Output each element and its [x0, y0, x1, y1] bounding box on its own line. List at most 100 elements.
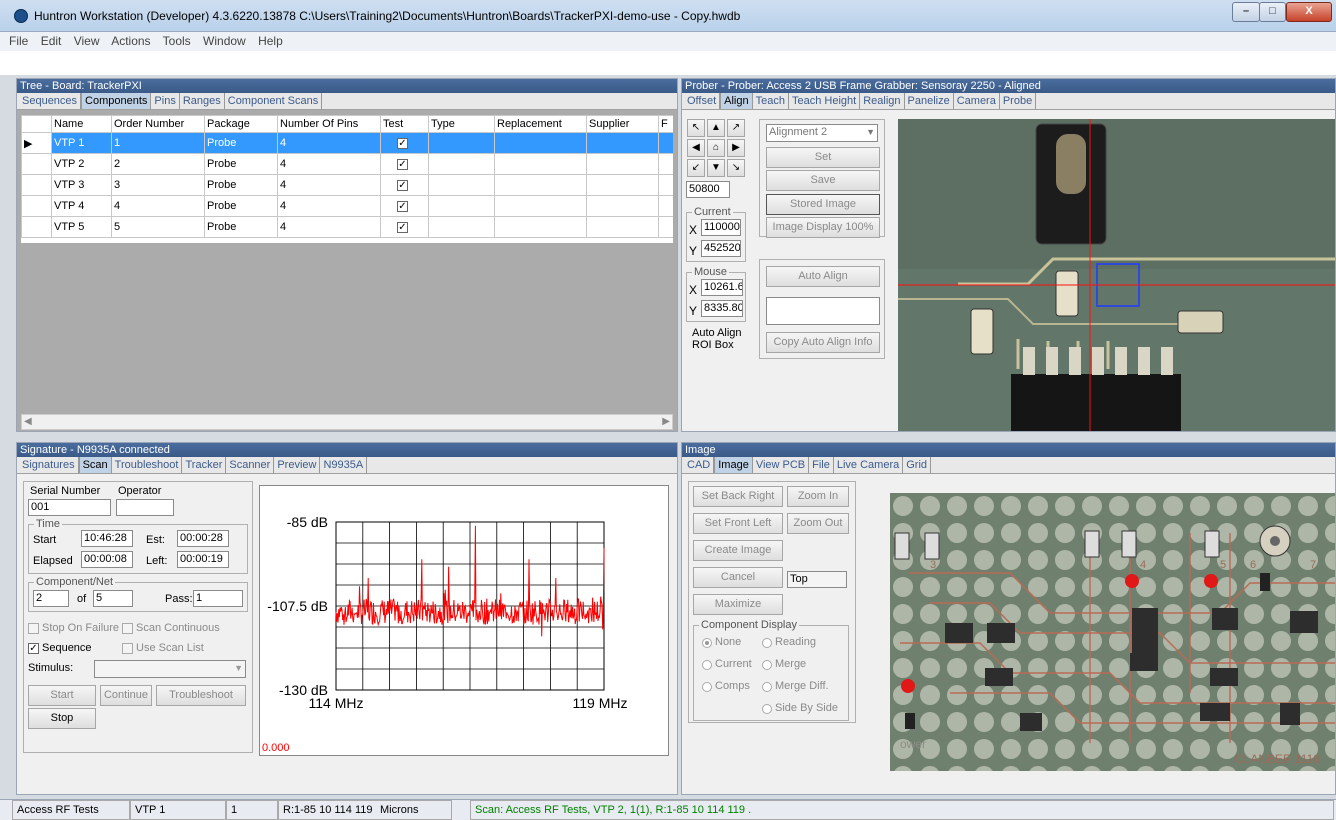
menu-help[interactable]: Help — [258, 34, 283, 48]
tab-camera[interactable]: Camera — [954, 93, 1000, 109]
current-y-field[interactable]: 452520 — [701, 240, 741, 257]
column-header-number-of-pins[interactable]: Number Of Pins — [277, 115, 381, 133]
minimize-button[interactable]: – — [1232, 2, 1260, 22]
jog-right-icon[interactable]: ▶ — [727, 139, 745, 157]
radio-side-by-side[interactable] — [762, 704, 772, 714]
column-header-type[interactable]: Type — [428, 115, 495, 133]
row-header[interactable] — [21, 174, 52, 196]
tab-probe[interactable]: Probe — [1000, 93, 1037, 109]
tab-sequences[interactable]: Sequences — [19, 93, 82, 109]
cell-name[interactable]: VTP 2 — [51, 153, 112, 175]
elapsed-field[interactable]: 00:00:08 — [81, 551, 133, 568]
tab-grid[interactable]: Grid — [903, 457, 932, 473]
tab-n9935a[interactable]: N9935A — [320, 457, 368, 473]
jog-down-icon[interactable]: ▼ — [707, 159, 725, 177]
tab-components[interactable]: Components — [81, 93, 152, 109]
cell-type[interactable] — [428, 132, 495, 154]
test-checkbox[interactable]: ✓ — [397, 159, 408, 170]
set-button[interactable]: Set — [766, 147, 880, 168]
radio-reading[interactable] — [762, 638, 772, 648]
cell-name[interactable]: VTP 1 — [51, 132, 112, 154]
tab-signatures[interactable]: Signatures — [19, 457, 79, 473]
zoom-out-button[interactable]: Zoom Out — [787, 513, 849, 534]
cell-order[interactable]: 5 — [111, 216, 205, 238]
tab-pins[interactable]: Pins — [151, 93, 180, 109]
column-header-f[interactable]: F — [658, 115, 673, 133]
cell-pins[interactable]: 4 — [277, 195, 381, 217]
cancel-button[interactable]: Cancel — [693, 567, 783, 588]
cell-pins[interactable]: 4 — [277, 132, 381, 154]
side-field[interactable]: Top — [787, 571, 847, 588]
horizontal-scrollbar[interactable]: ◀ ▶ — [21, 414, 673, 430]
jog-up-left-icon[interactable]: ↖ — [687, 119, 705, 137]
close-button[interactable]: X — [1286, 2, 1332, 22]
camera-view[interactable] — [898, 119, 1335, 431]
auto-align-button[interactable]: Auto Align — [766, 266, 880, 287]
alignment-select[interactable]: Alignment 2 ▼ — [766, 124, 878, 142]
menu-window[interactable]: Window — [203, 34, 246, 48]
column-header-package[interactable]: Package — [204, 115, 278, 133]
tab-tracker[interactable]: Tracker — [182, 457, 227, 473]
cell-name[interactable]: VTP 5 — [51, 216, 112, 238]
cell-package[interactable]: Probe — [204, 174, 278, 196]
cell-package[interactable]: Probe — [204, 195, 278, 217]
stimulus-select[interactable]: ▼ — [94, 660, 246, 678]
set-back-right-button[interactable]: Set Back Right — [693, 486, 783, 507]
tab-cad[interactable]: CAD — [684, 457, 715, 473]
tab-image[interactable]: Image — [714, 457, 753, 473]
cell-name[interactable]: VTP 4 — [51, 195, 112, 217]
copy-auto-align-button[interactable]: Copy Auto Align Info — [766, 332, 880, 353]
test-checkbox[interactable]: ✓ — [397, 201, 408, 212]
row-header[interactable] — [21, 216, 52, 238]
mouse-x-field[interactable]: 10261.6 — [701, 279, 743, 296]
troubleshoot-button[interactable]: Troubleshoot — [156, 685, 246, 706]
est-field[interactable]: 00:00:28 — [177, 530, 229, 547]
tab-scanner[interactable]: Scanner — [226, 457, 275, 473]
start-time-field[interactable]: 10:46:28 — [81, 530, 133, 547]
radio-merge[interactable] — [762, 660, 772, 670]
cell-replacement[interactable] — [494, 132, 587, 154]
set-front-left-button[interactable]: Set Front Left — [693, 513, 783, 534]
radio-current[interactable] — [702, 660, 712, 670]
column-header-test[interactable]: Test — [380, 115, 429, 133]
jog-up-icon[interactable]: ▲ — [707, 119, 725, 137]
test-checkbox[interactable]: ✓ — [397, 138, 408, 149]
cell-pins[interactable]: 4 — [277, 174, 381, 196]
tab-panelize[interactable]: Panelize — [905, 93, 954, 109]
column-header-supplier[interactable]: Supplier — [586, 115, 659, 133]
test-checkbox[interactable]: ✓ — [397, 222, 408, 233]
menu-edit[interactable]: Edit — [41, 34, 62, 48]
auto-align-info-field[interactable] — [766, 297, 880, 325]
cell-test[interactable]: ✓ — [380, 216, 429, 238]
cell-f[interactable] — [658, 132, 673, 154]
menu-view[interactable]: View — [74, 34, 100, 48]
scan-continuous-checkbox[interactable] — [122, 623, 133, 634]
stored-image-button[interactable]: Stored Image — [766, 194, 880, 215]
continue-button[interactable]: Continue — [100, 685, 152, 706]
pass-field[interactable]: 1 — [193, 590, 243, 607]
tab-troubleshoot[interactable]: Troubleshoot — [112, 457, 183, 473]
cell-name[interactable]: VTP 3 — [51, 174, 112, 196]
cell-pins[interactable]: 4 — [277, 153, 381, 175]
cell-test[interactable]: ✓ — [380, 174, 429, 196]
component-index-field[interactable]: 2 — [33, 590, 69, 607]
radio-merge-diff[interactable] — [762, 682, 772, 692]
home-icon[interactable]: ⌂ — [707, 139, 725, 157]
tab-live-camera[interactable]: Live Camera — [834, 457, 904, 473]
test-checkbox[interactable]: ✓ — [397, 180, 408, 191]
start-button[interactable]: Start — [28, 685, 96, 706]
cell-package[interactable]: Probe — [204, 132, 278, 154]
jog-down-right-icon[interactable]: ↘ — [727, 159, 745, 177]
stop-on-failure-checkbox[interactable] — [28, 623, 39, 634]
maximize-button[interactable]: Maximize — [693, 594, 783, 615]
tab-view-pcb[interactable]: View PCB — [753, 457, 810, 473]
tab-teach-height[interactable]: Teach Height — [789, 93, 861, 109]
jog-up-right-icon[interactable]: ↗ — [727, 119, 745, 137]
cell-order[interactable]: 2 — [111, 153, 205, 175]
zoom-in-button[interactable]: Zoom In — [787, 486, 849, 507]
tab-file[interactable]: File — [809, 457, 834, 473]
cell-order[interactable]: 1 — [111, 132, 205, 154]
menu-tools[interactable]: Tools — [163, 34, 191, 48]
sequence-checkbox[interactable]: ✓ — [28, 643, 39, 654]
jog-left-icon[interactable]: ◀ — [687, 139, 705, 157]
